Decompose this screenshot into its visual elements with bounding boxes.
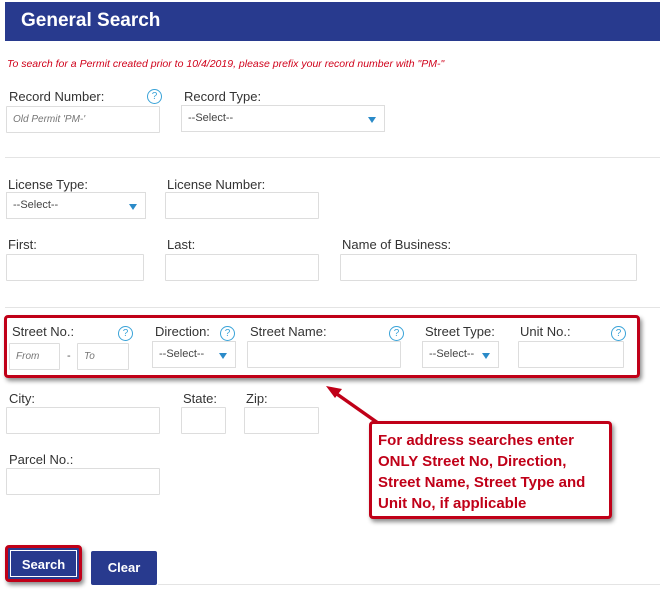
street-name-help-icon[interactable]: ?: [389, 326, 404, 341]
street-type-select[interactable]: --Select--: [422, 341, 499, 368]
first-name-input[interactable]: [6, 254, 144, 281]
license-number-label: License Number:: [167, 177, 266, 192]
last-name-input[interactable]: [165, 254, 319, 281]
unit-no-input[interactable]: [518, 341, 624, 368]
street-no-help-icon[interactable]: ?: [118, 326, 133, 341]
direction-help-icon[interactable]: ?: [220, 326, 235, 341]
zip-label: Zip:: [246, 391, 268, 406]
direction-value: --Select--: [159, 348, 205, 360]
state-input[interactable]: [181, 407, 226, 434]
page-title: General Search: [21, 10, 161, 31]
street-name-label: Street Name:: [250, 324, 327, 339]
chevron-down-icon: [219, 353, 227, 359]
street-no-to-input[interactable]: [77, 343, 129, 370]
divider: [5, 307, 660, 308]
unit-no-help-icon[interactable]: ?: [611, 326, 626, 341]
state-label: State:: [183, 391, 217, 406]
address-instructions-callout: For address searches enter ONLY Street N…: [369, 421, 612, 519]
page-header: General Search: [5, 2, 660, 41]
divider: [5, 157, 660, 158]
record-type-value: --Select--: [188, 112, 234, 124]
street-type-label: Street Type:: [425, 324, 495, 339]
city-label: City:: [9, 391, 35, 406]
city-input[interactable]: [6, 407, 160, 434]
zip-input[interactable]: [244, 407, 319, 434]
record-type-select[interactable]: --Select--: [181, 105, 385, 132]
street-type-value: --Select--: [429, 348, 475, 360]
parcel-no-label: Parcel No.:: [9, 452, 74, 467]
unit-no-label: Unit No.:: [520, 324, 571, 339]
parcel-no-input[interactable]: [6, 468, 160, 495]
first-name-label: First:: [8, 237, 37, 252]
search-button[interactable]: Search: [5, 545, 82, 582]
chevron-down-icon: [368, 117, 376, 123]
street-name-input[interactable]: [247, 341, 401, 368]
business-name-input[interactable]: [340, 254, 637, 281]
last-name-label: Last:: [167, 237, 196, 252]
record-type-label: Record Type:: [184, 89, 262, 104]
business-name-label: Name of Business:: [342, 237, 452, 252]
range-dash: -: [67, 350, 71, 362]
record-number-help-icon[interactable]: ?: [147, 89, 162, 104]
license-type-value: --Select--: [13, 199, 59, 211]
divider: [158, 584, 660, 585]
street-no-from-input[interactable]: [9, 343, 60, 370]
search-button-label: Search: [10, 550, 77, 577]
chevron-down-icon: [129, 204, 137, 210]
record-number-input[interactable]: [6, 106, 160, 133]
license-number-input[interactable]: [165, 192, 319, 219]
street-no-label: Street No.:: [12, 324, 75, 339]
clear-button[interactable]: Clear: [91, 551, 157, 585]
permit-notice: To search for a Permit created prior to …: [7, 58, 445, 70]
license-type-label: License Type:: [8, 177, 88, 192]
license-type-select[interactable]: --Select--: [6, 192, 146, 219]
chevron-down-icon: [482, 353, 490, 359]
record-number-label: Record Number:: [9, 89, 105, 104]
direction-select[interactable]: --Select--: [152, 341, 236, 368]
direction-label: Direction:: [155, 324, 210, 339]
